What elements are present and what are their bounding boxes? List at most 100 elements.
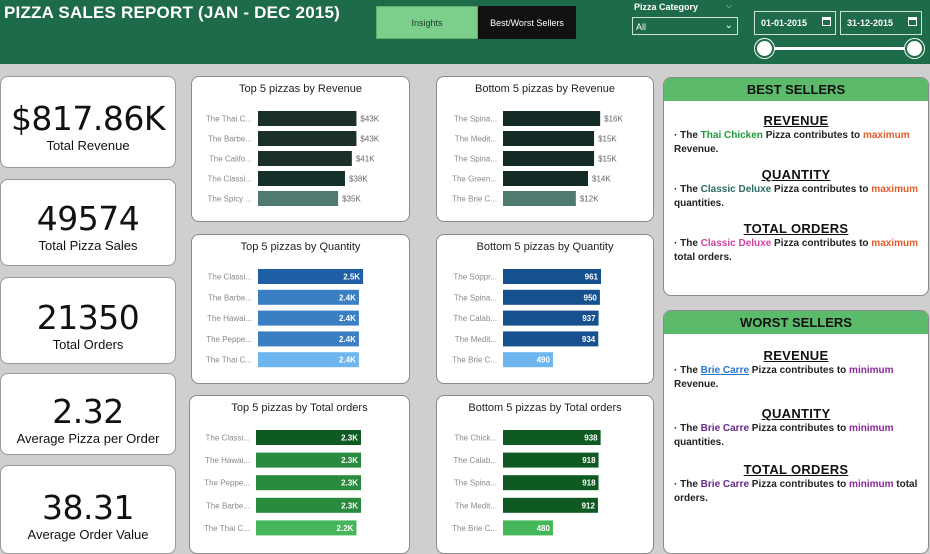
kpi-label: Average Pizza per Order bbox=[16, 431, 160, 446]
pizza-category-label: Pizza Category bbox=[634, 2, 699, 12]
category-label: The Hawai... bbox=[207, 314, 252, 323]
kpi-total-pizza-sales: 49574 Total Pizza Sales bbox=[0, 179, 176, 266]
data-label: 918 bbox=[582, 456, 596, 465]
date-from-input[interactable]: 01-01-2015 bbox=[754, 11, 836, 35]
best-worst-sellers-button[interactable]: Best/Worst Sellers bbox=[478, 6, 576, 39]
category-label: The Spina... bbox=[454, 293, 497, 302]
best-quantity-text: · The Classic Deluxe Pizza contributes t… bbox=[674, 184, 918, 209]
bar[interactable] bbox=[503, 151, 595, 166]
kpi-value: 49574 bbox=[36, 199, 140, 238]
category-label: The Calab... bbox=[453, 314, 497, 323]
data-label: 2.4K bbox=[339, 293, 356, 302]
category-label: The Spina... bbox=[454, 479, 497, 488]
worst-orders-text: · The Brie Carre Pizza contributes to mi… bbox=[674, 479, 918, 504]
data-label: $15K bbox=[598, 155, 617, 164]
category-label: The Thai C... bbox=[206, 115, 252, 124]
bar[interactable] bbox=[258, 131, 357, 146]
data-label: 2.3K bbox=[341, 479, 358, 488]
report-header: PIZZA SALES REPORT (JAN - DEC 2015) Insi… bbox=[0, 0, 930, 64]
data-label: $16K bbox=[604, 115, 623, 124]
chart-svg: The Classi... 2.5K The Barbe... 2.4K The Haw… bbox=[206, 269, 364, 368]
insights-button[interactable]: Insights bbox=[376, 6, 478, 39]
data-label: $43K bbox=[360, 135, 379, 144]
category-label: The Hawai... bbox=[205, 456, 250, 465]
date-slider-end-handle[interactable] bbox=[905, 39, 924, 58]
data-label: 961 bbox=[585, 273, 599, 282]
date-to-value: 31-12-2015 bbox=[847, 18, 894, 28]
data-label: $15K bbox=[598, 135, 617, 144]
kpi-label: Average Order Value bbox=[27, 527, 149, 542]
chart-top5-orders: Top 5 pizzas by Total orders The Classi.… bbox=[189, 395, 410, 554]
worst-revenue-text: · The Brie Carre Pizza contributes to mi… bbox=[674, 365, 894, 390]
category-label: The Thai C... bbox=[206, 356, 252, 365]
best-orders-text: · The Classic Deluxe Pizza contributes t… bbox=[674, 238, 918, 263]
bar[interactable] bbox=[503, 191, 576, 206]
data-label: 2.4K bbox=[339, 314, 356, 323]
category-label: The Brie C... bbox=[452, 524, 497, 533]
data-label: 937 bbox=[582, 314, 596, 323]
chart-bottom5-revenue: Bottom 5 pizzas by Revenue The Spina... $… bbox=[436, 76, 654, 222]
category-label: The Califo... bbox=[209, 155, 252, 164]
data-label: 2.4K bbox=[339, 335, 356, 344]
pizza-category-select[interactable]: All ⌄ bbox=[632, 17, 738, 35]
page-title: PIZZA SALES REPORT (JAN - DEC 2015) bbox=[4, 3, 341, 22]
bar[interactable] bbox=[258, 111, 357, 126]
category-label: The Barbe... bbox=[208, 135, 252, 144]
kpi-total-orders: 21350 Total Orders bbox=[0, 277, 176, 364]
chevron-down-icon: ⌄ bbox=[724, 20, 733, 31]
category-label: The Classi... bbox=[208, 273, 252, 282]
orders-section-title: TOTAL ORDERS bbox=[743, 221, 849, 236]
bar[interactable] bbox=[503, 131, 595, 146]
kpi-value: 2.32 bbox=[52, 392, 124, 431]
bar[interactable] bbox=[503, 111, 601, 126]
best-sellers-header: BEST SELLERS bbox=[664, 78, 928, 101]
data-label: 950 bbox=[584, 293, 598, 302]
chart-top5-quantity: Top 5 pizzas by Quantity The Classi... 2.… bbox=[191, 234, 410, 384]
filter-collapse-icon[interactable]: ⌵ bbox=[726, 1, 732, 11]
pizza-category-value: All bbox=[636, 22, 647, 32]
best-revenue-text: · The Thai Chicken Pizza contributes to … bbox=[674, 130, 910, 155]
category-label: The Medit... bbox=[455, 501, 497, 510]
category-label: The Barbe... bbox=[206, 501, 250, 510]
category-label: The Medit... bbox=[455, 335, 497, 344]
category-label: The Spina... bbox=[454, 155, 497, 164]
data-label: 490 bbox=[537, 356, 551, 365]
data-label: 912 bbox=[582, 501, 596, 510]
date-slider-start-handle[interactable] bbox=[755, 39, 774, 58]
category-label: The Chick... bbox=[454, 434, 497, 443]
kpi-label: Total Orders bbox=[52, 337, 124, 352]
data-label: $38K bbox=[349, 175, 368, 184]
category-label: The Thai C... bbox=[204, 524, 250, 533]
category-label: The Spicy ... bbox=[208, 195, 252, 204]
category-label: The Spina... bbox=[454, 115, 497, 124]
category-label: The Soppr... bbox=[453, 273, 497, 282]
quantity-section-title: QUANTITY bbox=[761, 406, 831, 421]
bar[interactable] bbox=[503, 171, 588, 186]
bar[interactable] bbox=[258, 171, 345, 186]
kpi-total-revenue: $817.86K Total Revenue bbox=[0, 76, 176, 168]
calendar-icon[interactable] bbox=[822, 17, 831, 26]
category-label: The Classi... bbox=[206, 434, 250, 443]
kpi-value: $817.86K bbox=[10, 99, 166, 138]
data-label: $41K bbox=[356, 155, 375, 164]
category-label: The Peppe... bbox=[206, 335, 252, 344]
date-to-input[interactable]: 31-12-2015 bbox=[840, 11, 922, 35]
data-label: 2.3K bbox=[341, 456, 358, 465]
data-label: 2.3K bbox=[341, 434, 358, 443]
bar[interactable] bbox=[258, 151, 352, 166]
data-label: $35K bbox=[342, 195, 361, 204]
best-sellers-panel: BEST SELLERS REVENUE · The Thai Chicken … bbox=[663, 77, 929, 296]
data-label: 2.2K bbox=[337, 524, 354, 533]
calendar-icon[interactable] bbox=[908, 17, 917, 26]
date-slider-track[interactable] bbox=[764, 47, 914, 50]
data-label: 938 bbox=[584, 434, 598, 443]
data-label: 2.3K bbox=[341, 501, 358, 510]
chart-svg: The Soppr... 961 The Spina... 950 The Calab.… bbox=[452, 269, 602, 368]
kpi-avg-order-value: 38.31 Average Order Value bbox=[0, 465, 176, 554]
chart-bottom5-quantity: Bottom 5 pizzas by Quantity The Soppr...… bbox=[436, 234, 654, 384]
bar[interactable] bbox=[258, 191, 339, 206]
category-label: The Medit... bbox=[455, 135, 497, 144]
kpi-avg-pizza-per-order: 2.32 Average Pizza per Order bbox=[0, 373, 176, 455]
data-label: 2.5K bbox=[343, 273, 360, 282]
data-label: 918 bbox=[582, 479, 596, 488]
